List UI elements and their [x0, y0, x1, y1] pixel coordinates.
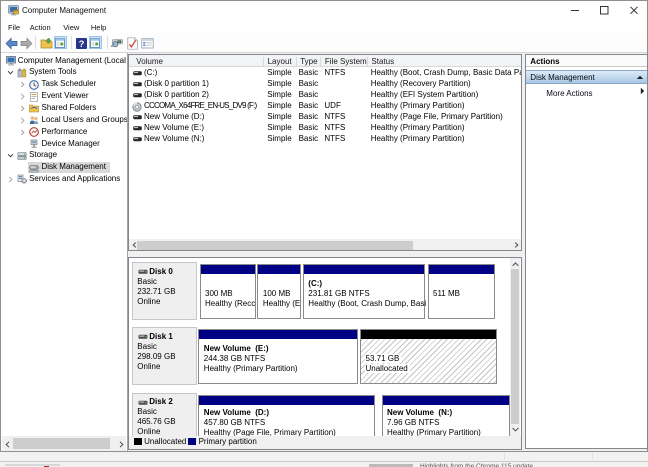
svg-text:?: ?: [79, 39, 85, 50]
